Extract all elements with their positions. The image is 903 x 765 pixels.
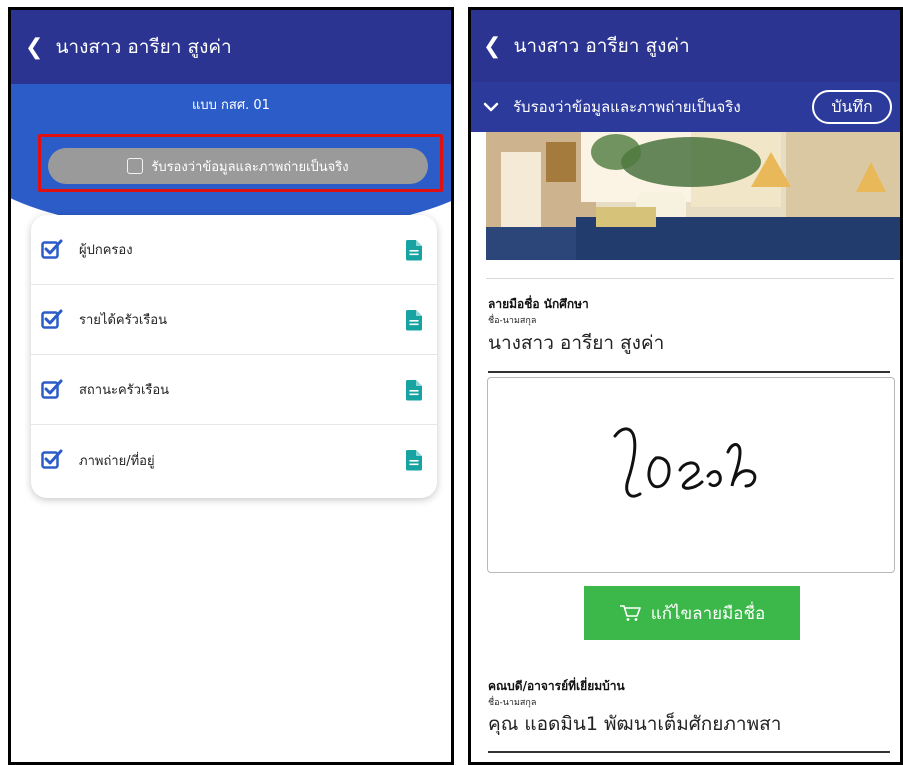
confirm-bar: รับรองว่าข้อมูลและภาพถ่ายเป็นจริง บันทึก: [471, 82, 900, 132]
house-photo: [486, 132, 900, 260]
checked-icon[interactable]: [41, 449, 63, 471]
list-item[interactable]: ผู้ปกครอง: [31, 215, 437, 285]
confirm-label: รับรองว่าข้อมูลและภาพถ่ายเป็นจริง: [151, 159, 349, 175]
checked-icon[interactable]: [41, 239, 63, 261]
student-name-value: นางสาว อารียา สูงค่า: [488, 332, 665, 354]
save-button[interactable]: บันทึก: [812, 90, 892, 124]
teacher-name-label: ชื่อ-นามสกุล: [488, 698, 537, 708]
cart-icon: [619, 605, 641, 621]
list-item-label: ผู้ปกครอง: [79, 243, 133, 258]
document-icon[interactable]: [405, 239, 423, 261]
list-item[interactable]: ภาพถ่าย/ที่อยู่: [31, 425, 437, 495]
document-icon[interactable]: [405, 379, 423, 401]
document-icon[interactable]: [405, 309, 423, 331]
checked-icon[interactable]: [41, 309, 63, 331]
signature-drawing: [613, 427, 757, 498]
teacher-name-underline: [488, 751, 890, 753]
signature-box[interactable]: [487, 377, 895, 573]
list-item-label: สถานะครัวเรือน: [79, 383, 170, 398]
back-arrow-icon[interactable]: ❮: [25, 35, 43, 60]
student-name-label: ชื่อ-นามสกุล: [488, 316, 537, 326]
right-screen: ❮ นางสาว อารียา สูงค่า รับรองว่าข้อมูลแล…: [468, 7, 903, 765]
confirm-label: รับรองว่าข้อมูลและภาพถ่ายเป็นจริง: [513, 98, 741, 116]
student-signature-heading: ลายมือชื่อ นักศึกษา: [488, 297, 589, 311]
edit-signature-button[interactable]: แก้ไขลายมือชื่อ: [584, 586, 800, 640]
confirm-toggle-button[interactable]: รับรองว่าข้อมูลและภาพถ่ายเป็นจริง: [48, 148, 428, 184]
left-screen: ❮ นางสาว อารียา สูงค่า แบบ กสศ. 01 รับรอ…: [8, 7, 454, 765]
chevron-down-icon[interactable]: [483, 102, 499, 112]
section-list: ผู้ปกครอง รายได้ครัวเรือน สถานะครัวเรือน…: [31, 215, 437, 498]
document-icon[interactable]: [405, 449, 423, 471]
form-code-label: แบบ กสศ. 01: [192, 98, 270, 113]
list-item[interactable]: สถานะครัวเรือน: [31, 355, 437, 425]
edit-signature-label: แก้ไขลายมือชื่อ: [650, 603, 766, 624]
top-app-bar: ❮ นางสาว อารียา สูงค่า: [11, 10, 451, 84]
top-app-bar: ❮ นางสาว อารียา สูงค่า: [471, 10, 900, 82]
student-name-title: นางสาว อารียา สูงค่า: [513, 35, 690, 57]
teacher-heading: คณบดี/อาจารย์ที่เยี่ยมบ้าน: [488, 679, 625, 693]
divider: [486, 278, 894, 279]
back-arrow-icon[interactable]: ❮: [483, 34, 501, 59]
checkbox-icon[interactable]: [127, 158, 144, 174]
student-name-title: นางสาว อารียา สูงค่า: [55, 36, 232, 58]
list-item-label: รายได้ครัวเรือน: [79, 313, 167, 328]
checked-icon[interactable]: [41, 379, 63, 401]
list-item-label: ภาพถ่าย/ที่อยู่: [79, 453, 155, 469]
teacher-name-value: คุณ แอดมิน1 พัฒนาเต็มศักยภาพสา: [488, 713, 782, 735]
student-name-underline: [488, 371, 890, 373]
list-item[interactable]: รายได้ครัวเรือน: [31, 285, 437, 355]
